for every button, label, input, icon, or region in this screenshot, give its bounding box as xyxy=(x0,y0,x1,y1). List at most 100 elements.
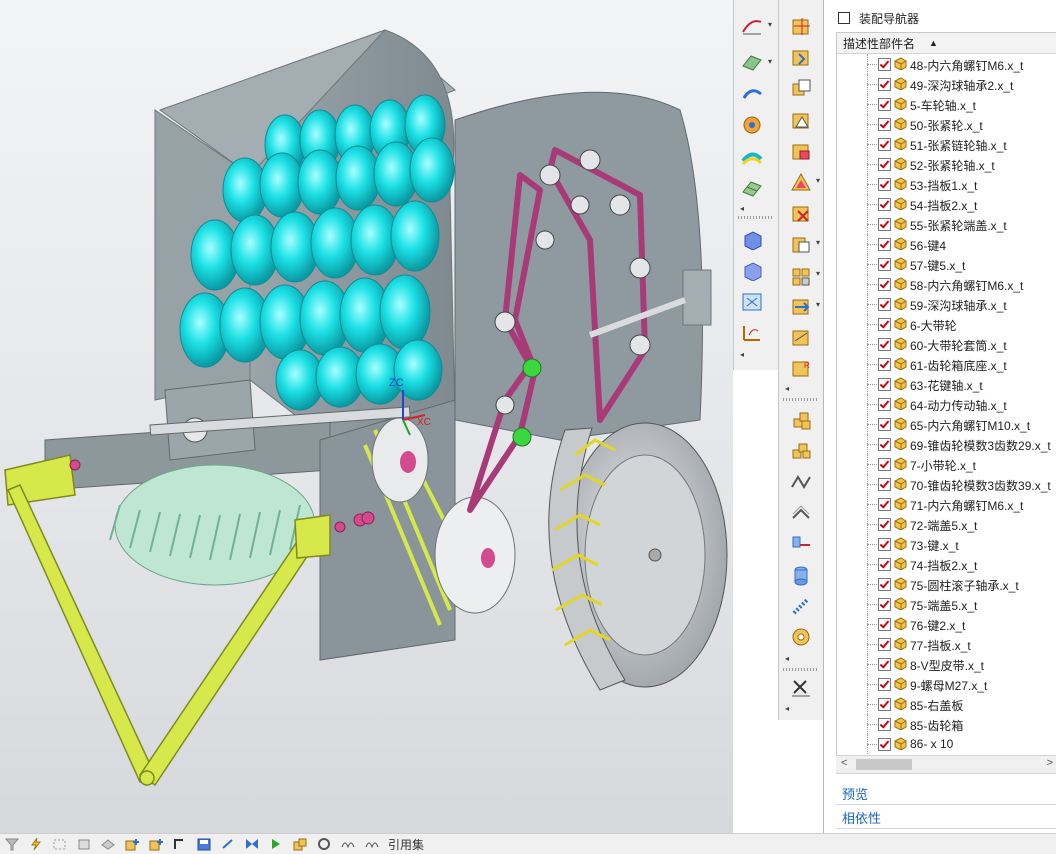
tree-node[interactable]: 70-锥齿轮模数3齿数39.x_t xyxy=(837,474,1056,494)
bolt-icon[interactable] xyxy=(787,532,815,556)
tree-node[interactable]: 7-小带轮.x_t xyxy=(837,454,1056,474)
navigator-pin-checkbox[interactable] xyxy=(838,12,850,24)
visibility-checkbox[interactable] xyxy=(878,338,891,351)
visibility-checkbox[interactable] xyxy=(878,498,891,511)
tree-node[interactable]: 60-大带轮套筒.x_t xyxy=(837,334,1056,354)
tree-node[interactable]: 8-V型皮带.x_t xyxy=(837,654,1056,674)
visibility-checkbox[interactable] xyxy=(878,418,891,431)
visibility-checkbox[interactable] xyxy=(878,478,891,491)
select-icon[interactable] xyxy=(52,837,68,851)
visibility-checkbox[interactable] xyxy=(878,398,891,411)
visibility-checkbox[interactable] xyxy=(878,738,891,751)
visibility-checkbox[interactable] xyxy=(878,78,891,91)
visibility-checkbox[interactable] xyxy=(878,238,891,251)
spring-small-icon[interactable] xyxy=(340,837,356,851)
tree-node[interactable]: 86- x 10 xyxy=(837,734,1056,754)
tree-node[interactable]: 74-挡板2.x_t xyxy=(837,554,1056,574)
mirror-assembly-icon[interactable] xyxy=(787,108,815,132)
tree-node[interactable]: 52-张紧轮轴.x_t xyxy=(837,154,1056,174)
tree-node[interactable]: 63-花键轴.x_t xyxy=(837,374,1056,394)
visibility-checkbox[interactable] xyxy=(878,458,891,471)
visibility-checkbox[interactable] xyxy=(878,718,891,731)
visibility-checkbox[interactable] xyxy=(878,178,891,191)
tree-node[interactable]: 65-内六角螺钉M10.x_t xyxy=(837,414,1056,434)
face-curvature-icon[interactable] xyxy=(738,145,766,169)
save-icon[interactable] xyxy=(196,837,212,851)
tree-node[interactable]: 56-键4 xyxy=(837,234,1056,254)
clone-icon[interactable] xyxy=(787,232,815,256)
bolt-small-icon[interactable] xyxy=(364,837,380,851)
surface-icon[interactable] xyxy=(738,50,766,74)
view-shaded-icon[interactable] xyxy=(738,259,766,283)
tree-node[interactable]: 49-深沟球轴承2.x_t xyxy=(837,74,1056,94)
remove-icon[interactable] xyxy=(787,201,815,225)
curve-sketch-icon[interactable] xyxy=(738,14,766,38)
horizontal-scrollbar[interactable]: < > xyxy=(836,755,1056,774)
tree-node[interactable]: 69-锥齿轮模数3齿数29.x_t xyxy=(837,434,1056,454)
graphics-viewport[interactable]: ZC XC xyxy=(0,0,733,833)
visibility-checkbox[interactable] xyxy=(878,358,891,371)
tree-node[interactable]: 73-键.x_t xyxy=(837,534,1056,554)
visibility-checkbox[interactable] xyxy=(878,378,891,391)
move-icon[interactable] xyxy=(220,837,236,851)
visibility-checkbox[interactable] xyxy=(878,318,891,331)
tree-node[interactable]: 71-内六角螺钉M6.x_t xyxy=(837,494,1056,514)
visibility-checkbox[interactable] xyxy=(878,558,891,571)
tree-node[interactable]: 57-键5.x_t xyxy=(837,254,1056,274)
measure-icon[interactable] xyxy=(738,321,766,345)
tree-node[interactable]: 75-端盖5.x_t xyxy=(837,594,1056,614)
fit-view-icon[interactable] xyxy=(738,290,766,314)
bearing-icon[interactable] xyxy=(787,563,815,587)
reference-set-label[interactable]: 引用集 xyxy=(388,836,424,853)
tree-node[interactable]: 59-深沟球轴承.x_t xyxy=(837,294,1056,314)
tree-node[interactable]: 53-挡板1.x_t xyxy=(837,174,1056,194)
add-component-small-icon[interactable] xyxy=(124,837,140,851)
new-parent-icon[interactable] xyxy=(787,76,815,100)
pattern-icon[interactable] xyxy=(787,263,815,287)
column-header[interactable]: 描述性部件名 ▲ xyxy=(837,33,1056,54)
damper-icon[interactable] xyxy=(787,594,815,618)
tree-node[interactable]: 76-键2.x_t xyxy=(837,614,1056,634)
visibility-checkbox[interactable] xyxy=(878,198,891,211)
tree-node[interactable]: 6-大带轮 xyxy=(837,314,1056,334)
tree-node[interactable]: 55-张紧轮端盖.x_t xyxy=(837,214,1056,234)
scroll-right-icon[interactable]: > xyxy=(1047,757,1053,769)
tree-node[interactable]: 77-挡板.x_t xyxy=(837,634,1056,654)
constraint-icon[interactable] xyxy=(787,139,815,163)
visibility-checkbox[interactable] xyxy=(878,158,891,171)
visibility-checkbox[interactable] xyxy=(878,578,891,591)
tree-node[interactable]: 75-圆柱滚子轴承.x_t xyxy=(837,574,1056,594)
parts-list-icon[interactable] xyxy=(787,408,815,432)
wave-link-icon[interactable] xyxy=(787,325,815,349)
tree-node[interactable]: 85-齿轮箱 xyxy=(837,714,1056,734)
visibility-checkbox[interactable] xyxy=(878,218,891,231)
visibility-checkbox[interactable] xyxy=(878,438,891,451)
tree-node[interactable]: 50-张紧轮.x_t xyxy=(837,114,1056,134)
visibility-checkbox[interactable] xyxy=(878,598,891,611)
visibility-checkbox[interactable] xyxy=(878,258,891,271)
tree-node[interactable]: 51-张紧链轮轴.x_t xyxy=(837,134,1056,154)
explode-icon[interactable] xyxy=(787,170,815,194)
scroll-left-icon[interactable]: < xyxy=(841,757,847,769)
sweep-icon[interactable] xyxy=(738,82,766,106)
visibility-checkbox[interactable] xyxy=(878,618,891,631)
tree-node[interactable]: 85-右盖板 xyxy=(837,694,1056,714)
tree-node[interactable]: 9-螺母M27.x_t xyxy=(837,674,1056,694)
filter-icon[interactable] xyxy=(4,837,20,851)
layer-icon[interactable] xyxy=(100,837,116,851)
view-solid-icon[interactable] xyxy=(738,228,766,252)
add-component-icon[interactable] xyxy=(787,45,815,69)
visibility-checkbox[interactable] xyxy=(878,658,891,671)
dependencies-section[interactable]: 相依性 xyxy=(836,806,1056,829)
assembly-move-icon[interactable] xyxy=(787,14,815,38)
snap-icon[interactable] xyxy=(76,837,92,851)
constraint-small-icon[interactable] xyxy=(172,837,188,851)
tree-node[interactable]: 48-内六角螺钉M6.x_t xyxy=(837,54,1056,74)
visibility-checkbox[interactable] xyxy=(878,98,891,111)
visibility-checkbox[interactable] xyxy=(878,58,891,71)
tree-node[interactable]: 72-端盖5.x_t xyxy=(837,514,1056,534)
tree-node[interactable]: 64-动力传动轴.x_t xyxy=(837,394,1056,414)
tree-node[interactable]: 61-齿轮箱底座.x_t xyxy=(837,354,1056,374)
replace-icon[interactable] xyxy=(787,294,815,318)
visibility-checkbox[interactable] xyxy=(878,538,891,551)
